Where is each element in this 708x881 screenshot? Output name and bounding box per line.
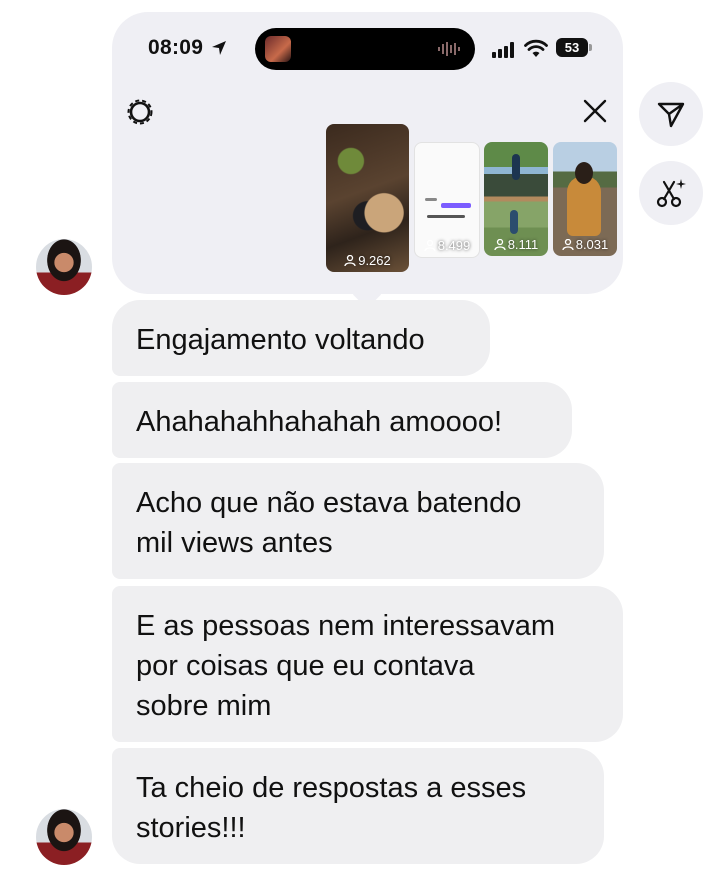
cellular-signal-icon <box>492 42 514 58</box>
message-bubble[interactable]: E as pessoas nem interessavam por coisas… <box>112 586 623 742</box>
remix-button[interactable] <box>639 161 703 225</box>
avatar[interactable] <box>36 239 92 295</box>
dynamic-island[interactable] <box>255 28 475 70</box>
view-count-value: 8.031 <box>575 237 609 252</box>
viewers-icon <box>494 239 506 250</box>
avatar[interactable] <box>36 809 92 865</box>
message-bubble[interactable]: Ta cheio de respostas a esses stories!!! <box>112 748 604 864</box>
view-count: 8.031 <box>553 237 617 252</box>
story-thumbnail[interactable]: 9.262 <box>326 124 409 272</box>
view-count-value: 9.262 <box>358 253 391 268</box>
view-count-value: 8.111 <box>507 237 539 252</box>
message-bubble[interactable]: Ahahahahhahahah amoooo! <box>112 382 572 458</box>
message-bubble[interactable]: Engajamento voltando <box>112 300 490 376</box>
battery-indicator: 53 <box>556 38 592 57</box>
audio-wave-icon <box>438 42 460 56</box>
now-playing-artwork <box>265 36 291 62</box>
close-icon[interactable] <box>582 98 608 124</box>
viewers-icon <box>562 239 574 250</box>
shared-story-card[interactable]: 08:09 53 9.262 8.499 8.111 8.031 <box>112 12 623 294</box>
story-thumbnail[interactable]: 8.111 <box>484 142 548 256</box>
message-bubble[interactable]: Acho que não estava batendo mil views an… <box>112 463 604 579</box>
viewers-icon <box>344 255 356 266</box>
story-thumbnail[interactable]: 8.499 <box>414 142 480 258</box>
gear-icon[interactable] <box>126 98 154 126</box>
location-arrow-icon <box>212 41 226 55</box>
view-count: 8.499 <box>415 238 479 253</box>
view-count-value: 8.499 <box>437 238 471 253</box>
share-button[interactable] <box>639 82 703 146</box>
paper-plane-icon <box>657 102 685 128</box>
view-count: 9.262 <box>326 253 409 268</box>
status-time: 08:09 <box>148 36 204 59</box>
story-thumbnail[interactable]: 8.031 <box>553 142 617 256</box>
viewers-icon <box>424 240 436 251</box>
view-count: 8.111 <box>484 237 548 252</box>
scissors-sparkle-icon <box>656 179 686 208</box>
wifi-icon <box>524 39 548 57</box>
